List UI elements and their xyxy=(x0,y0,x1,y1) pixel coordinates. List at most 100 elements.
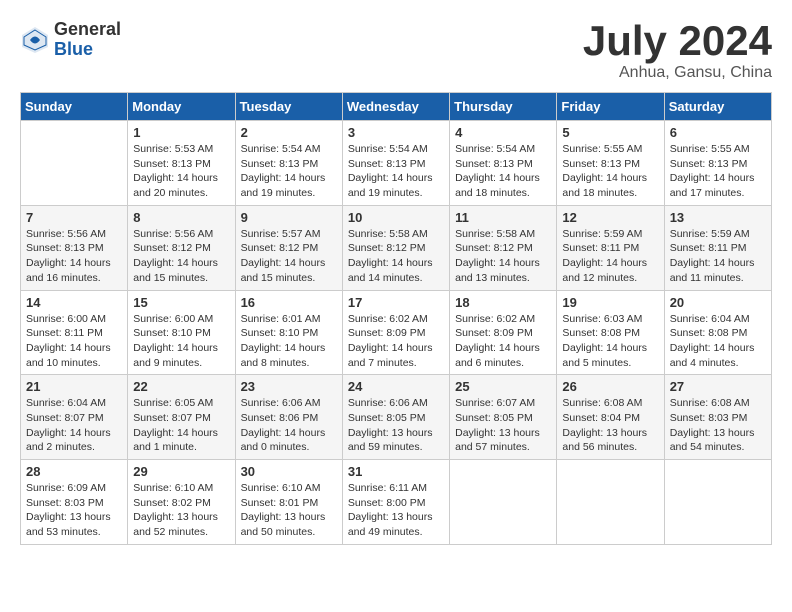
day-number: 17 xyxy=(348,295,444,310)
day-cell: 3Sunrise: 5:54 AMSunset: 8:13 PMDaylight… xyxy=(342,121,449,206)
header-cell-friday: Friday xyxy=(557,93,664,121)
day-cell: 21 Sunrise: 6:04 AMSunset: 8:07 PMDayligh… xyxy=(21,375,128,460)
day-number: 9 xyxy=(241,210,337,225)
day-number: 23 xyxy=(241,379,337,394)
day-number: 30 xyxy=(241,464,337,479)
day-cell xyxy=(664,460,771,545)
day-cell: 10Sunrise: 5:58 AMSunset: 8:12 PMDayligh… xyxy=(342,205,449,290)
day-cell: 7 Sunrise: 5:56 AMSunset: 8:13 PMDaylight… xyxy=(21,205,128,290)
day-number: 27 xyxy=(670,379,766,394)
calendar-table: SundayMondayTuesdayWednesdayThursdayFrid… xyxy=(20,92,772,545)
day-cell xyxy=(450,460,557,545)
day-number: 1 xyxy=(133,125,229,140)
day-info: Sunrise: 6:04 AMSunset: 8:07 PMDaylight:… xyxy=(26,396,122,455)
day-number: 11 xyxy=(455,210,551,225)
logo: General Blue xyxy=(20,20,121,60)
day-number: 28 xyxy=(26,464,122,479)
logo-blue: Blue xyxy=(54,40,121,60)
day-cell: 28 Sunrise: 6:09 AMSunset: 8:03 PMDayligh… xyxy=(21,460,128,545)
title-area: July 2024 Anhua, Gansu, China xyxy=(583,20,772,82)
day-info: Sunrise: 6:04 AMSunset: 8:08 PMDaylight:… xyxy=(670,312,766,371)
day-info: Sunrise: 6:11 AMSunset: 8:00 PMDaylight:… xyxy=(348,481,444,540)
day-number: 10 xyxy=(348,210,444,225)
day-cell: 8 Sunrise: 5:56 AMSunset: 8:12 PMDaylight… xyxy=(128,205,235,290)
day-number: 13 xyxy=(670,210,766,225)
day-info: Sunrise: 5:53 AMSunset: 8:13 PMDaylight:… xyxy=(133,142,229,201)
day-number: 6 xyxy=(670,125,766,140)
week-row-4: 21 Sunrise: 6:04 AMSunset: 8:07 PMDayligh… xyxy=(21,375,772,460)
day-number: 29 xyxy=(133,464,229,479)
day-cell: 20 Sunrise: 6:04 AMSunset: 8:08 PMDayligh… xyxy=(664,290,771,375)
header-cell-wednesday: Wednesday xyxy=(342,93,449,121)
day-cell: 29 Sunrise: 6:10 AMSunset: 8:02 PMDayligh… xyxy=(128,460,235,545)
week-row-1: 1 Sunrise: 5:53 AMSunset: 8:13 PMDaylight… xyxy=(21,121,772,206)
day-info: Sunrise: 6:08 AMSunset: 8:03 PMDaylight:… xyxy=(670,396,766,455)
day-cell: 16 Sunrise: 6:01 AMSunset: 8:10 PMDayligh… xyxy=(235,290,342,375)
header-row: SundayMondayTuesdayWednesdayThursdayFrid… xyxy=(21,93,772,121)
day-cell: 14 Sunrise: 6:00 AMSunset: 8:11 PMDayligh… xyxy=(21,290,128,375)
day-info: Sunrise: 5:59 AMSunset: 8:11 PMDaylight:… xyxy=(670,227,766,286)
day-cell: 26Sunrise: 6:08 AMSunset: 8:04 PMDayligh… xyxy=(557,375,664,460)
day-cell: 17Sunrise: 6:02 AMSunset: 8:09 PMDayligh… xyxy=(342,290,449,375)
day-number: 7 xyxy=(26,210,122,225)
day-cell: 9Sunrise: 5:57 AMSunset: 8:12 PMDaylight… xyxy=(235,205,342,290)
day-info: Sunrise: 5:56 AMSunset: 8:13 PMDaylight:… xyxy=(26,227,122,286)
day-cell: 31 Sunrise: 6:11 AMSunset: 8:00 PMDayligh… xyxy=(342,460,449,545)
day-cell: 5 Sunrise: 5:55 AMSunset: 8:13 PMDaylight… xyxy=(557,121,664,206)
day-cell: 4 Sunrise: 5:54 AMSunset: 8:13 PMDaylight… xyxy=(450,121,557,206)
month-title: July 2024 xyxy=(583,20,772,62)
day-info: Sunrise: 5:58 AMSunset: 8:12 PMDaylight:… xyxy=(455,227,551,286)
day-cell: 22Sunrise: 6:05 AMSunset: 8:07 PMDayligh… xyxy=(128,375,235,460)
day-info: Sunrise: 5:54 AMSunset: 8:13 PMDaylight:… xyxy=(455,142,551,201)
day-number: 31 xyxy=(348,464,444,479)
day-info: Sunrise: 6:10 AMSunset: 8:02 PMDaylight:… xyxy=(133,481,229,540)
logo-icon xyxy=(20,25,50,55)
day-number: 15 xyxy=(133,295,229,310)
day-cell: 13 Sunrise: 5:59 AMSunset: 8:11 PMDayligh… xyxy=(664,205,771,290)
day-number: 22 xyxy=(133,379,229,394)
day-number: 2 xyxy=(241,125,337,140)
day-info: Sunrise: 6:03 AMSunset: 8:08 PMDaylight:… xyxy=(562,312,658,371)
day-cell: 6 Sunrise: 5:55 AMSunset: 8:13 PMDaylight… xyxy=(664,121,771,206)
week-row-5: 28 Sunrise: 6:09 AMSunset: 8:03 PMDayligh… xyxy=(21,460,772,545)
day-cell: 18 Sunrise: 6:02 AMSunset: 8:09 PMDayligh… xyxy=(450,290,557,375)
day-cell: 24Sunrise: 6:06 AMSunset: 8:05 PMDayligh… xyxy=(342,375,449,460)
day-cell xyxy=(557,460,664,545)
day-number: 12 xyxy=(562,210,658,225)
page-header: General Blue July 2024 Anhua, Gansu, Chi… xyxy=(20,20,772,82)
day-cell xyxy=(21,121,128,206)
calendar-header: SundayMondayTuesdayWednesdayThursdayFrid… xyxy=(21,93,772,121)
day-info: Sunrise: 5:59 AMSunset: 8:11 PMDaylight:… xyxy=(562,227,658,286)
day-cell: 23 Sunrise: 6:06 AMSunset: 8:06 PMDayligh… xyxy=(235,375,342,460)
header-cell-thursday: Thursday xyxy=(450,93,557,121)
day-info: Sunrise: 6:10 AMSunset: 8:01 PMDaylight:… xyxy=(241,481,337,540)
day-number: 18 xyxy=(455,295,551,310)
day-info: Sunrise: 5:54 AMSunset: 8:13 PMDaylight:… xyxy=(241,142,337,201)
day-number: 16 xyxy=(241,295,337,310)
day-info: Sunrise: 6:00 AMSunset: 8:11 PMDaylight:… xyxy=(26,312,122,371)
day-cell: 11 Sunrise: 5:58 AMSunset: 8:12 PMDayligh… xyxy=(450,205,557,290)
day-info: Sunrise: 6:01 AMSunset: 8:10 PMDaylight:… xyxy=(241,312,337,371)
day-info: Sunrise: 6:06 AMSunset: 8:06 PMDaylight:… xyxy=(241,396,337,455)
logo-general: General xyxy=(54,20,121,40)
day-cell: 15 Sunrise: 6:00 AMSunset: 8:10 PMDayligh… xyxy=(128,290,235,375)
day-cell: 12 Sunrise: 5:59 AMSunset: 8:11 PMDayligh… xyxy=(557,205,664,290)
day-cell: 27 Sunrise: 6:08 AMSunset: 8:03 PMDayligh… xyxy=(664,375,771,460)
day-info: Sunrise: 5:56 AMSunset: 8:12 PMDaylight:… xyxy=(133,227,229,286)
day-number: 5 xyxy=(562,125,658,140)
day-info: Sunrise: 5:55 AMSunset: 8:13 PMDaylight:… xyxy=(670,142,766,201)
day-number: 8 xyxy=(133,210,229,225)
day-cell: 30 Sunrise: 6:10 AMSunset: 8:01 PMDayligh… xyxy=(235,460,342,545)
location-title: Anhua, Gansu, China xyxy=(583,64,772,82)
day-info: Sunrise: 6:00 AMSunset: 8:10 PMDaylight:… xyxy=(133,312,229,371)
day-info: Sunrise: 5:55 AMSunset: 8:13 PMDaylight:… xyxy=(562,142,658,201)
day-info: Sunrise: 6:06 AMSunset: 8:05 PMDaylight:… xyxy=(348,396,444,455)
day-number: 19 xyxy=(562,295,658,310)
day-number: 20 xyxy=(670,295,766,310)
day-info: Sunrise: 6:09 AMSunset: 8:03 PMDaylight:… xyxy=(26,481,122,540)
day-number: 21 xyxy=(26,379,122,394)
day-info: Sunrise: 5:54 AMSunset: 8:13 PMDaylight:… xyxy=(348,142,444,201)
day-number: 4 xyxy=(455,125,551,140)
day-number: 14 xyxy=(26,295,122,310)
day-info: Sunrise: 6:02 AMSunset: 8:09 PMDaylight:… xyxy=(455,312,551,371)
